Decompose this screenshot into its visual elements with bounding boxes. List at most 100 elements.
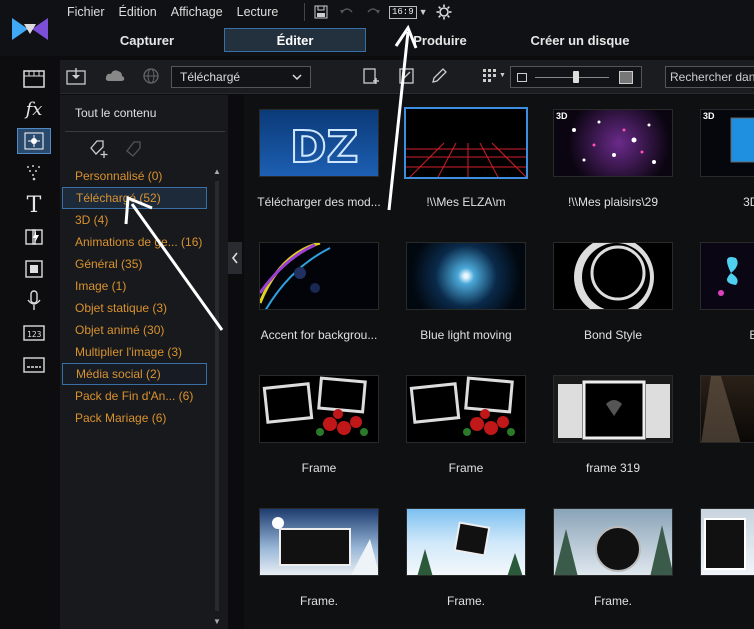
menu-edition[interactable]: Édition <box>112 1 164 23</box>
category-animations[interactable]: Animations de ge... (16) <box>60 231 212 253</box>
chapter-room-icon[interactable]: 123 <box>17 320 51 346</box>
microphone-icon[interactable] <box>17 288 51 314</box>
search-input[interactable]: Rechercher dans <box>665 66 754 88</box>
thumbnail <box>553 508 673 576</box>
cloud-icon[interactable] <box>104 67 126 88</box>
thumbnail <box>700 242 754 310</box>
particle-effects-icon[interactable] <box>17 160 51 186</box>
library-item[interactable]: Frame. <box>252 494 392 608</box>
settings-gear-icon[interactable] <box>434 3 454 21</box>
library-item[interactable]: 3D !\\Mes plaisirs\29 <box>546 95 686 209</box>
remove-tag-icon[interactable] <box>124 139 146 164</box>
modify-template-icon[interactable] <box>398 67 416 90</box>
large-thumb-icon <box>619 71 633 84</box>
view-grid-icon[interactable]: ▼ <box>482 68 506 89</box>
chevron-down-icon <box>292 71 302 85</box>
category-objet-anime[interactable]: Objet animé (30) <box>60 319 212 341</box>
slider-track <box>535 77 609 78</box>
thumbnail <box>553 375 673 443</box>
category-personnalise[interactable]: Personnalisé (0) <box>60 165 212 187</box>
library-filter-dropdown[interactable]: Téléchargé <box>171 66 311 88</box>
item-caption: Fr <box>693 461 754 475</box>
item-caption: frame 319 <box>585 461 641 475</box>
library-item[interactable]: DZ Télécharger des mod... <box>252 95 392 209</box>
room-sidebar: fx T 123 <box>0 58 60 629</box>
aspect-ratio-selector[interactable]: 16:9 ▼ <box>389 5 428 19</box>
library-item[interactable]: Fr <box>693 494 754 604</box>
menu-fichier[interactable]: Fichier <box>60 1 112 23</box>
library-item[interactable]: Blue light moving <box>399 228 539 342</box>
category-panel: Tout le contenu Personnalisé (0) Télécha… <box>60 95 228 629</box>
category-multiplier-image[interactable]: Multiplier l'image (3) <box>60 341 212 363</box>
mode-tabs: Capturer Éditer Produire Créer un disque <box>62 28 660 54</box>
library-item[interactable]: Bond Style <box>546 228 686 342</box>
svg-text:123: 123 <box>27 330 42 339</box>
redo-icon[interactable] <box>363 3 383 21</box>
category-list: Personnalisé (0) Téléchargé (52) 3D (4) … <box>60 165 212 429</box>
scroll-down-icon[interactable]: ▼ <box>213 617 221 626</box>
import-media-icon[interactable] <box>66 67 86 90</box>
save-icon[interactable] <box>311 3 331 21</box>
category-scrollbar[interactable]: ▲ ▼ <box>212 167 222 627</box>
all-content-label[interactable]: Tout le contenu <box>75 106 156 120</box>
item-caption: !\\Mes plaisirs\29 <box>567 195 659 209</box>
item-caption: Butt <box>749 328 754 342</box>
category-image[interactable]: Image (1) <box>60 275 212 297</box>
category-telecharge[interactable]: Téléchargé (52) <box>62 187 207 209</box>
thumbnail <box>406 375 526 443</box>
new-template-icon[interactable] <box>362 67 380 90</box>
3d-badge: 3D <box>703 111 715 121</box>
fx-room-icon[interactable]: fx <box>17 96 51 122</box>
undo-icon[interactable] <box>337 3 357 21</box>
category-media-social[interactable]: Média social (2) <box>62 363 207 385</box>
thumbnail-size-slider[interactable] <box>510 66 642 88</box>
item-caption: Frame <box>301 461 337 475</box>
subtitle-room-icon[interactable] <box>17 352 51 378</box>
pip-designer-icon[interactable] <box>17 256 51 282</box>
particle-room-icon[interactable] <box>17 128 51 154</box>
library-item[interactable]: Frame. <box>399 494 539 608</box>
scroll-track[interactable] <box>215 181 219 611</box>
item-caption: !\\Mes ELZA\m <box>426 195 506 209</box>
tab-produire[interactable]: Produire <box>380 28 500 52</box>
thumbnail <box>406 242 526 310</box>
tab-capturer[interactable]: Capturer <box>62 28 232 52</box>
thumbnail <box>259 375 379 443</box>
library-item[interactable]: 3D 3D TV <box>693 95 754 209</box>
slider-handle[interactable] <box>573 71 579 83</box>
library-item[interactable]: Frame <box>399 361 539 475</box>
tab-editer[interactable]: Éditer <box>224 28 366 52</box>
item-caption: Télécharger des mod... <box>257 195 381 209</box>
item-caption: Accent for backgrou... <box>260 328 378 342</box>
library-item[interactable]: Butt <box>693 228 754 342</box>
add-tag-icon[interactable] <box>88 139 110 164</box>
chevron-down-icon: ▼ <box>499 72 506 79</box>
library-item[interactable]: frame 319 <box>546 361 686 475</box>
item-caption: Frame <box>448 461 484 475</box>
thumbnail <box>259 242 379 310</box>
media-room-icon[interactable] <box>17 66 51 92</box>
category-general[interactable]: Général (35) <box>60 253 212 275</box>
category-pack-mariage[interactable]: Pack Mariage (6) <box>60 407 212 429</box>
library-item[interactable]: Fr <box>693 361 754 471</box>
title-room-icon[interactable]: T <box>17 192 51 218</box>
globe-icon[interactable] <box>142 67 160 90</box>
library-item[interactable]: Frame <box>252 361 392 475</box>
pencil-icon[interactable] <box>430 67 448 90</box>
category-3d[interactable]: 3D (4) <box>60 209 212 231</box>
thumbnail <box>259 508 379 576</box>
library-item[interactable]: !\\Mes ELZA\m <box>399 95 539 209</box>
tab-creer-disque[interactable]: Créer un disque <box>500 28 660 52</box>
category-objet-statique[interactable]: Objet statique (3) <box>60 297 212 319</box>
panel-divider <box>65 131 225 132</box>
collapse-panel-button[interactable] <box>228 242 242 274</box>
menu-affichage[interactable]: Affichage <box>164 1 230 23</box>
library-grid: DZ Télécharger des mod... !\\Mes ELZA\m … <box>244 95 754 629</box>
menu-lecture[interactable]: Lecture <box>230 1 286 23</box>
category-pack-fin-annee[interactable]: Pack de Fin d'An... (6) <box>60 385 212 407</box>
library-item[interactable]: Frame. <box>546 494 686 608</box>
transition-room-icon[interactable] <box>17 224 51 250</box>
scroll-up-icon[interactable]: ▲ <box>213 167 221 176</box>
svg-text:DZ: DZ <box>290 122 358 173</box>
library-item[interactable]: Accent for backgrou... <box>252 228 392 342</box>
